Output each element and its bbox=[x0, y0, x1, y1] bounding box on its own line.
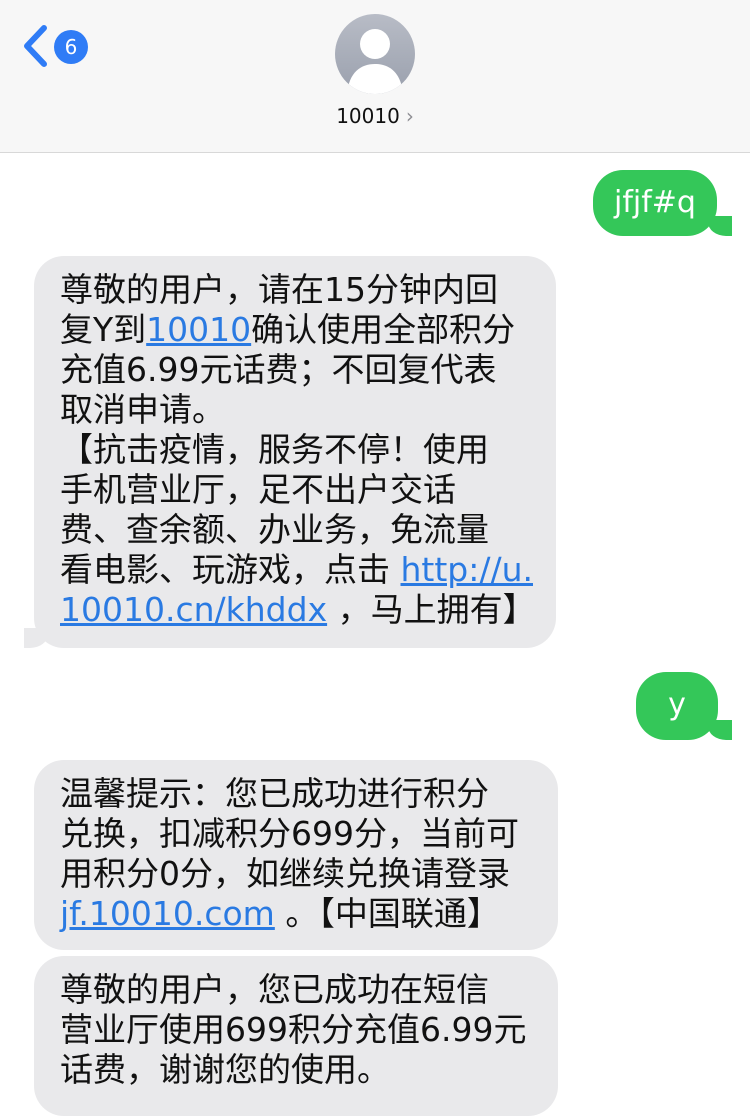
received-message-bubble[interactable]: 尊敬的用户，请在15分钟内回 复Y到10010确认使用全部积分 充值6.99元话… bbox=[34, 256, 556, 648]
bubble-tail bbox=[708, 720, 732, 740]
conversation-header: 6 10010 › bbox=[0, 0, 750, 153]
sent-message-bubble[interactable]: jfjf#q bbox=[593, 170, 717, 236]
received-message-bubble[interactable]: 温馨提示：您已成功进行积分 兑换，扣减积分699分，当前可 用积分0分，如继续兑… bbox=[34, 760, 558, 950]
message-text: 复Y到 bbox=[60, 310, 147, 349]
unread-count-badge: 6 bbox=[54, 30, 88, 64]
message-text: jfjf#q bbox=[614, 185, 696, 220]
message-line: 充值6.99元话费；不回复代表 bbox=[60, 350, 497, 389]
message-text: 确认使用全部积分 bbox=[251, 310, 516, 349]
url-link[interactable]: http://u. bbox=[401, 550, 534, 589]
message-line: 复Y到10010确认使用全部积分 bbox=[60, 310, 536, 350]
message-line: 用积分0分，如继续兑换请登录 bbox=[60, 854, 510, 893]
back-button[interactable]: 6 bbox=[20, 22, 100, 70]
contact-name: 10010 bbox=[336, 104, 400, 128]
phone-number-link[interactable]: 10010 bbox=[146, 310, 251, 349]
message-line: 10010.cn/khddx ，马上拥有】 bbox=[60, 590, 536, 630]
sent-message-bubble[interactable]: y bbox=[636, 672, 718, 740]
chevron-right-icon: › bbox=[405, 104, 414, 128]
bubble-tail bbox=[708, 216, 732, 236]
message-line: 取消申请。 bbox=[60, 390, 225, 429]
message-line: 尊敬的用户，请在15分钟内回 bbox=[60, 270, 498, 309]
message-text: 看电影、玩游戏，点击 bbox=[60, 550, 401, 589]
url-link[interactable]: 10010.cn/khddx bbox=[60, 590, 327, 629]
message-text: 。【中国联通】 bbox=[274, 894, 500, 933]
message-line: 温馨提示：您已成功进行积分 bbox=[60, 774, 489, 813]
contact-avatar[interactable] bbox=[335, 14, 415, 94]
bubble-tail bbox=[24, 628, 48, 648]
message-line: 费、查余额、办业务，免流量 bbox=[60, 510, 489, 549]
message-line: 尊敬的用户，您已成功在短信 bbox=[60, 970, 489, 1009]
message-line: jf.10010.com 。【中国联通】 bbox=[60, 894, 538, 934]
received-message-bubble[interactable]: 尊敬的用户，您已成功在短信 营业厅使用699积分充值6.99元 话费，谢谢您的使… bbox=[34, 956, 558, 1116]
person-icon bbox=[347, 29, 403, 94]
url-link[interactable]: jf.10010.com bbox=[60, 894, 275, 933]
message-line: 手机营业厅，足不出户交话 bbox=[60, 470, 456, 509]
message-line: 话费，谢谢您的使用。 bbox=[60, 1050, 390, 1089]
message-line: 【抗击疫情，服务不停！使用 bbox=[60, 430, 489, 469]
message-line: 兑换，扣减积分699分，当前可 bbox=[60, 814, 519, 853]
message-line: 看电影、玩游戏，点击 http://u. bbox=[60, 550, 536, 590]
message-line: 营业厅使用699积分充值6.99元 bbox=[60, 1010, 527, 1049]
chevron-left-icon bbox=[24, 25, 47, 67]
message-text: y bbox=[668, 687, 686, 722]
message-text: ，马上拥有】 bbox=[327, 590, 536, 629]
contact-name-button[interactable]: 10010 › bbox=[0, 104, 750, 128]
